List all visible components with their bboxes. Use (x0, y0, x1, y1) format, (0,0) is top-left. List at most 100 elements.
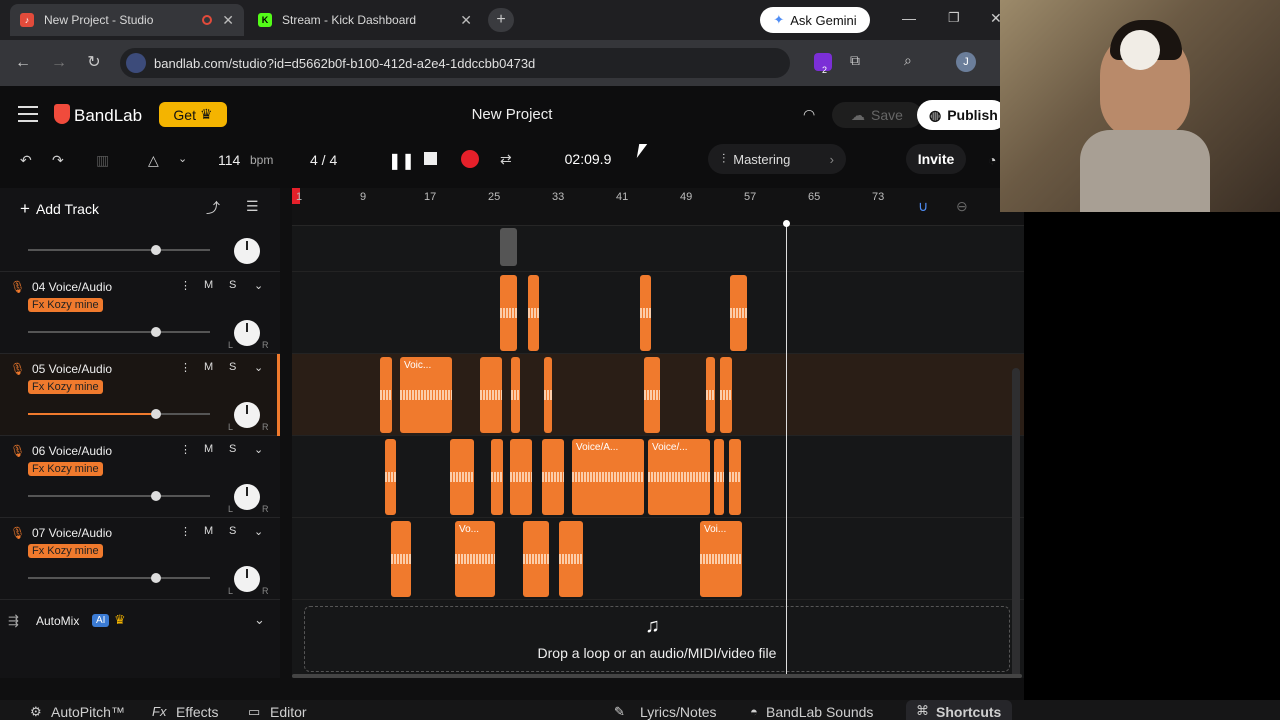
forward-icon[interactable]: → (48, 52, 70, 74)
track-options-icon[interactable]: ⋮ (180, 279, 191, 292)
drop-zone[interactable]: ♫ Drop a loop or an audio/MIDI/video fil… (304, 606, 1010, 672)
autopitch-button[interactable]: AutoPitch™ (51, 704, 125, 720)
metronome-icon[interactable]: △ (148, 152, 159, 169)
pan-knob[interactable] (234, 238, 260, 264)
effect-chip[interactable]: Fx Kozy mine (28, 298, 103, 312)
close-tab-icon[interactable]: ✕ (222, 12, 234, 29)
volume-thumb[interactable] (151, 491, 161, 501)
lane-05[interactable]: Voic... (292, 354, 1024, 436)
audio-clip[interactable] (391, 521, 411, 597)
solo-button[interactable]: S (229, 525, 236, 537)
track-name[interactable]: 06 Voice/Audio (32, 444, 112, 458)
bandlab-sounds-button[interactable]: BandLab Sounds (766, 704, 873, 720)
time-signature[interactable]: 4 / 4 (310, 152, 337, 168)
mute-button[interactable]: M (204, 525, 213, 537)
time-display[interactable]: 02:09.9 (528, 148, 648, 170)
ask-gemini-button[interactable]: ✦ Ask Gemini (760, 7, 870, 33)
stop-button[interactable] (424, 152, 437, 165)
editor-button[interactable]: Editor (270, 704, 307, 720)
tempo-value[interactable]: 114 (218, 152, 240, 168)
chevron-down-icon[interactable]: ⌄ (254, 361, 263, 374)
timeline-ruler[interactable]: 1 9 17 25 33 41 49 57 65 73 ∪ ⊖ (292, 188, 1024, 226)
track-row-04[interactable]: 🎙 04 Voice/Audio Fx Kozy mine ⋮ M S ⌄ L … (0, 272, 280, 354)
solo-button[interactable]: S (229, 279, 236, 291)
volume-thumb[interactable] (151, 573, 161, 583)
publish-button[interactable]: ◍ Publish (917, 100, 1007, 130)
chevron-down-icon[interactable]: ⌄ (254, 525, 263, 538)
tab-studio[interactable]: ♪ New Project - Studio ✕ (10, 4, 244, 36)
audio-clip[interactable] (511, 357, 520, 433)
audio-clip[interactable] (491, 439, 503, 515)
mute-button[interactable]: M (204, 279, 213, 291)
audio-clip[interactable]: Voic... (400, 357, 452, 433)
minimize-icon[interactable]: — (902, 10, 916, 26)
piano-icon[interactable]: ▥ (96, 152, 109, 169)
audio-clip[interactable] (480, 357, 502, 433)
audio-clip[interactable]: Vo... (455, 521, 495, 597)
automix-row[interactable]: ⇶ AutoMix AI ♛ ⌄ (0, 608, 280, 636)
audio-clip[interactable] (500, 275, 517, 351)
lyrics-notes-button[interactable]: Lyrics/Notes (640, 704, 717, 720)
playhead-handle[interactable] (783, 220, 790, 227)
track-name[interactable]: 04 Voice/Audio (32, 280, 112, 294)
effect-chip[interactable]: Fx Kozy mine (28, 380, 103, 394)
metronome-dropdown-icon[interactable]: ⌄ (178, 152, 187, 165)
chevron-down-icon[interactable]: ⌄ (254, 612, 265, 628)
lane-06[interactable]: Voice/A... Voice/... (292, 436, 1024, 518)
automation-icon[interactable]: ⤴ (206, 198, 220, 218)
audio-clip[interactable] (720, 357, 732, 433)
audio-clip[interactable]: Voi... (700, 521, 742, 597)
profile-avatar[interactable]: J (956, 52, 976, 72)
audio-clip[interactable] (644, 357, 660, 433)
get-membership-button[interactable]: Get ♛ (159, 102, 227, 127)
track-row-07[interactable]: 🎙 07 Voice/Audio Fx Kozy mine ⋮ M S ⌄ L … (0, 518, 280, 600)
audio-clip[interactable] (706, 357, 715, 433)
lane-04[interactable] (292, 272, 1024, 354)
brand-name[interactable]: BandLab (74, 106, 142, 126)
volume-slider[interactable] (28, 491, 210, 501)
save-button[interactable]: ☁ Save (832, 102, 922, 128)
audio-clip[interactable] (714, 439, 724, 515)
solo-button[interactable]: S (229, 361, 236, 373)
tab-kick[interactable]: K Stream - Kick Dashboard ✕ (248, 4, 482, 36)
effects-button[interactable]: Effects (176, 704, 219, 720)
menu-icon[interactable] (18, 106, 38, 122)
add-track-button[interactable]: + Add Track (10, 196, 118, 222)
loop-icon[interactable]: ⇄ (500, 151, 512, 168)
audio-clip[interactable]: Voice/A... (572, 439, 644, 515)
audio-clip[interactable]: Voice/... (648, 439, 710, 515)
pan-knob[interactable] (234, 566, 260, 592)
zoom-out-icon[interactable]: ⊖ (956, 198, 968, 215)
mute-button[interactable]: M (204, 361, 213, 373)
back-icon[interactable]: ← (12, 52, 34, 74)
reload-icon[interactable]: ↻ (83, 52, 105, 74)
track-options-icon[interactable]: ⋮ (180, 361, 191, 374)
collapse-icon[interactable]: ☰ (246, 198, 259, 215)
audio-clip[interactable] (528, 275, 539, 351)
effect-chip[interactable]: Fx Kozy mine (28, 544, 103, 558)
notification-icon[interactable]: ◔ (988, 152, 996, 168)
track-row-06[interactable]: 🎙 06 Voice/Audio Fx Kozy mine ⋮ M S ⌄ L … (0, 436, 280, 518)
track-row-05[interactable]: 🎙 05 Voice/Audio Fx Kozy mine ⋮ M S ⌄ L … (0, 354, 280, 436)
audio-clip[interactable] (729, 439, 741, 515)
maximize-icon[interactable]: ❐ (948, 10, 960, 26)
pause-button[interactable]: ❚❚ (388, 151, 415, 171)
audio-clip[interactable] (523, 521, 549, 597)
close-tab-icon[interactable]: ✕ (460, 12, 472, 29)
chevron-down-icon[interactable]: ⌄ (254, 279, 263, 292)
track-options-icon[interactable]: ⋮ (180, 443, 191, 456)
volume-thumb[interactable] (151, 327, 161, 337)
effect-chip[interactable]: Fx Kozy mine (28, 462, 103, 476)
undo-icon[interactable]: ↶ (20, 152, 32, 169)
mastering-button[interactable]: ⫶ Mastering › (708, 144, 846, 174)
invite-button[interactable]: Invite (906, 144, 966, 174)
lane-07[interactable]: Vo... Voi... (292, 518, 1024, 600)
redo-icon[interactable]: ↷ (52, 152, 64, 169)
site-info-icon[interactable] (126, 53, 146, 73)
audio-clip[interactable] (542, 439, 564, 515)
volume-slider[interactable] (28, 573, 210, 583)
audio-clip[interactable] (385, 439, 396, 515)
audio-clip[interactable] (559, 521, 583, 597)
playhead-line[interactable] (786, 222, 787, 678)
chevron-down-icon[interactable]: ⌄ (254, 443, 263, 456)
